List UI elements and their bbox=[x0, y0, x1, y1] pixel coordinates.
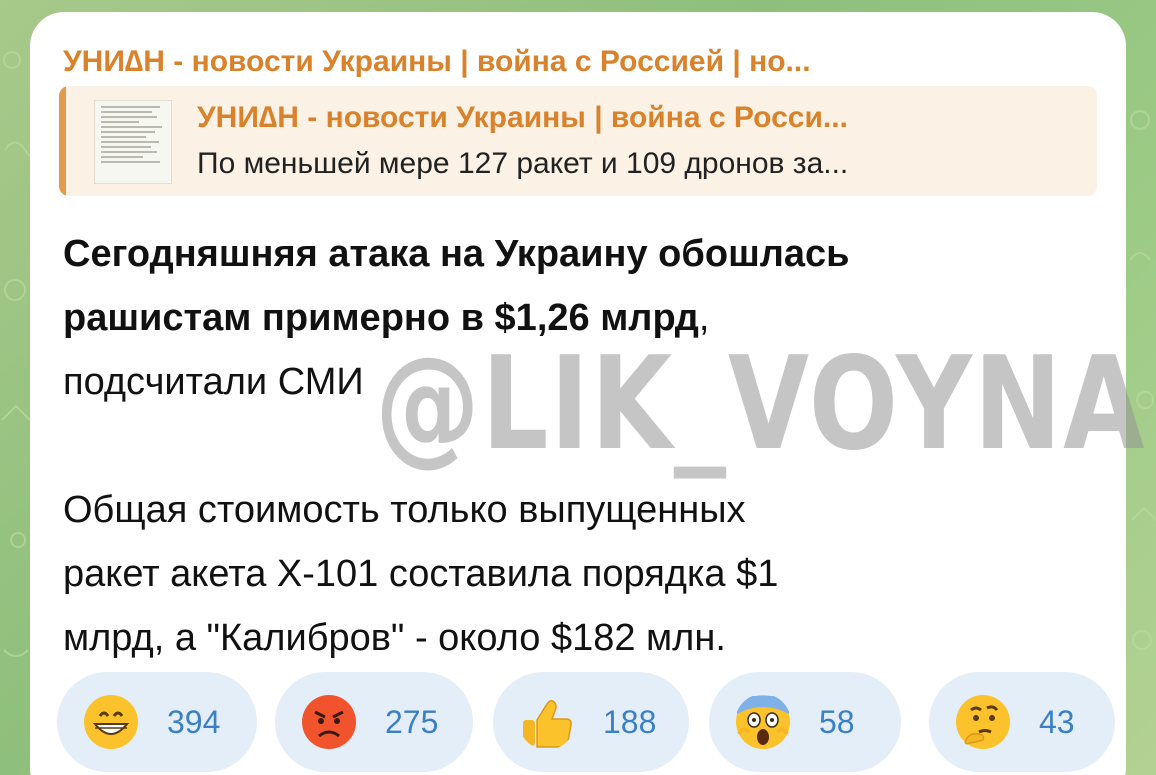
message-paragraph-2-line-3: млрд, а "Калибров" - около $182 млн. bbox=[63, 617, 726, 659]
message-text: Сегодняшняя атака на Украину обошлась ра… bbox=[63, 222, 1103, 670]
message-paragraph-2-line-1: Общая стоимость только выпущенных bbox=[63, 489, 746, 531]
reply-title: УНИ∆Н - новости Украины | война с Росси.… bbox=[197, 101, 848, 134]
reaction-count: 43 bbox=[1039, 704, 1075, 740]
reaction-count: 188 bbox=[603, 704, 657, 740]
reaction-count: 58 bbox=[819, 704, 855, 740]
screaming-face-icon bbox=[736, 695, 790, 749]
reaction-angry[interactable]: 275 bbox=[275, 672, 473, 772]
thumbs-up-icon bbox=[523, 700, 572, 748]
reaction-count: 275 bbox=[385, 704, 439, 740]
reply-text: По меньшей мере 127 ракет и 109 дронов з… bbox=[197, 147, 849, 180]
reply-accent-bar bbox=[59, 86, 66, 196]
message-bubble: УНИ∆Н - новости Украины | война с Россие… bbox=[30, 12, 1144, 775]
thinking-face-icon bbox=[956, 695, 1010, 749]
reaction-screaming[interactable]: 58 bbox=[709, 672, 901, 772]
reply-thumbnail bbox=[94, 100, 172, 184]
message-headline-line-2: рашистам примерно в $1,26 млрд, bbox=[63, 286, 1103, 350]
message-paragraph-2-line-2: ракет акета Х-101 составила порядка $1 bbox=[63, 553, 779, 595]
message-headline-amount: рашистам примерно в $1,26 млрд bbox=[63, 297, 699, 339]
angry-face-icon bbox=[302, 695, 356, 749]
reaction-thinking[interactable]: 43 bbox=[929, 672, 1115, 772]
message-headline-line-1: Сегодняшняя атака на Украину обошлась bbox=[63, 233, 850, 275]
reaction-count: 394 bbox=[167, 704, 221, 740]
channel-name[interactable]: УНИ∆Н - новости Украины | война с Россие… bbox=[63, 42, 1073, 82]
message-headline-suffix: , bbox=[698, 297, 710, 339]
grinning-face-icon bbox=[84, 695, 138, 749]
reaction-grinning[interactable]: 394 bbox=[57, 672, 257, 772]
message-line-3: подсчитали СМИ bbox=[63, 361, 364, 403]
reactions-bar: 394 275 188 58 43 bbox=[57, 672, 1117, 772]
reaction-thumbs-up[interactable]: 188 bbox=[493, 672, 689, 772]
reply-preview[interactable]: УНИ∆Н - новости Украины | война с Росси.… bbox=[59, 86, 1097, 196]
